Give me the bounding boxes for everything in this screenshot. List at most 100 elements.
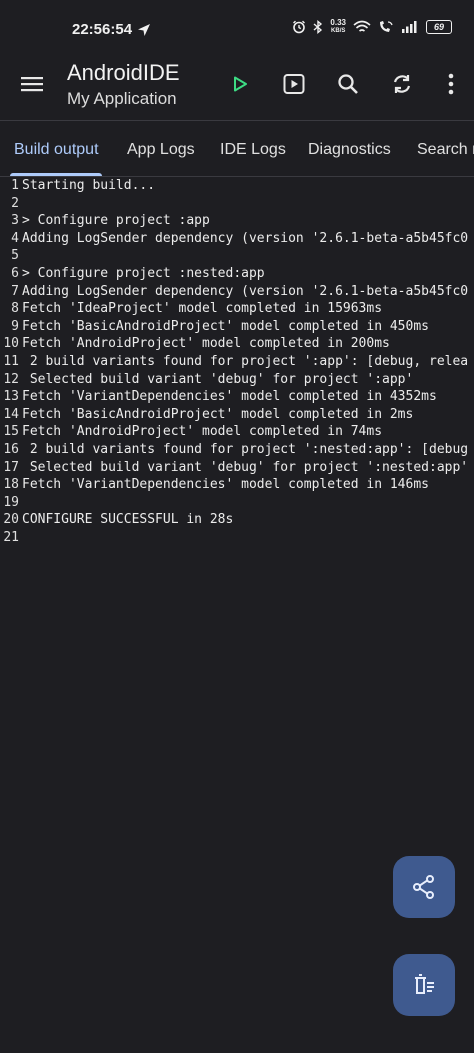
wifi-icon [353,20,371,32]
share-icon [413,875,434,899]
log-line: 8 Fetch 'IdeaProject' model completed in … [0,300,474,318]
line-number: 11 [3,353,19,369]
bluetooth-icon [313,20,323,34]
sync-button[interactable] [387,69,417,99]
log-text: Adding LogSender dependency (version '2.… [22,230,469,246]
status-bar: 22:56:54 0.33 KB/S 69 [0,0,474,56]
sync-icon [393,75,411,93]
hamburger-menu-icon [21,77,43,92]
log-line: 14 Fetch 'BasicAndroidProject' model comp… [0,406,474,424]
clear-all-icon [415,974,434,994]
log-text: > Configure project :nested:app [22,265,265,281]
line-number: 2 [11,195,19,211]
log-text: > Configure project :app [22,213,210,229]
line-number: 13 [3,389,19,405]
log-text: 2 build variants found for project ':nes… [22,441,469,457]
log-text: Fetch 'AndroidProject' model completed i… [22,424,383,440]
line-number: 12 [3,371,19,387]
tab-ide-logs[interactable]: IDE Logs [220,141,286,159]
wifi-calling-icon [380,21,393,32]
line-number: 4 [11,230,19,246]
app-title: AndroidIDE [67,60,180,85]
log-line: 5 [0,247,474,265]
app-toolbar: AndroidIDE My Application [0,56,474,120]
log-line: 9 Fetch 'BasicAndroidProject' model compl… [0,318,474,336]
log-text: Fetch 'VariantDependencies' model comple… [22,389,437,405]
tab-build-output[interactable]: Build output [14,141,99,159]
play-box-icon [283,74,305,94]
line-number: 20 [3,512,19,528]
log-line: 6 > Configure project :nested:app [0,265,474,283]
play-icon [234,76,247,92]
log-line: 16 2 build variants found for project ':… [0,441,474,459]
log-line: 18 Fetch 'VariantDependencies' model comp… [0,476,474,494]
search-button[interactable] [333,69,363,99]
line-number: 21 [3,529,19,545]
log-text: Starting build... [22,178,156,193]
menu-button[interactable] [18,70,46,98]
log-text: CONFIGURE SUCCESSFUL in 28s [22,512,234,528]
log-text: Fetch 'BasicAndroidProject' model comple… [22,318,429,334]
line-number: 19 [3,494,19,510]
line-number: 3 [11,213,19,229]
line-number: 9 [11,318,19,334]
log-line: 20 CONFIGURE SUCCESSFUL in 28s [0,511,474,529]
tab-app-logs[interactable]: App Logs [127,141,195,159]
log-line: 7 Adding LogSender dependency (version '2… [0,283,474,301]
line-number: 1 [11,178,19,193]
log-line: 4 Adding LogSender dependency (version '2… [0,230,474,248]
line-number: 17 [3,459,19,475]
navigation-arrow-icon [138,24,150,36]
line-number: 6 [11,265,19,281]
log-text: Fetch 'IdeaProject' model completed in 1… [22,301,383,317]
log-text: Fetch 'BasicAndroidProject' model comple… [22,406,414,422]
log-text: Fetch 'AndroidProject' model completed i… [22,336,390,352]
log-text: Fetch 'VariantDependencies' model comple… [22,477,429,493]
line-number: 14 [3,406,19,422]
status-time: 22:56:54 [72,21,133,38]
line-number: 16 [3,441,19,457]
log-line: 11 2 build variants found for project ':… [0,353,474,371]
log-line: 17 Selected build variant 'debug' for pr… [0,459,474,477]
log-line: 19 [0,494,474,512]
log-line: 12 Selected build variant 'debug' for pr… [0,371,474,389]
battery-indicator: 69 [426,20,452,34]
line-number: 8 [11,301,19,317]
active-tab-indicator [10,173,102,176]
log-line: 1 Starting build... [0,177,474,195]
overflow-menu-button[interactable] [436,69,466,99]
log-line: 15 Fetch 'AndroidProject' model completed… [0,423,474,441]
tab-diagnostics[interactable]: Diagnostics [308,141,391,159]
log-line: 2 [0,195,474,213]
log-text: 2 build variants found for project ':app… [22,353,469,369]
line-number: 10 [3,336,19,352]
tab-search-results[interactable]: Search r [417,141,474,159]
network-speed-unit: KB/S [331,28,346,34]
search-icon [338,74,358,94]
log-text: Selected build variant 'debug' for proje… [22,459,469,475]
network-speed: 0.33 KB/S [330,19,346,35]
network-speed-value: 0.33 [330,18,346,27]
line-number: 15 [3,424,19,440]
log-line: 10 Fetch 'AndroidProject' model completed… [0,335,474,353]
line-number: 5 [11,248,19,264]
cell-signal-icon [402,21,417,33]
share-button[interactable] [393,856,455,918]
log-text: Adding LogSender dependency (version '2.… [22,283,469,299]
clear-output-button[interactable] [393,954,455,1016]
line-number: 7 [11,283,19,299]
log-line: 21 [0,529,474,547]
alarm-icon [293,20,306,34]
tab-bar: Build output App Logs IDE Logs Diagnosti… [0,121,474,177]
log-line: 13 Fetch 'VariantDependencies' model comp… [0,388,474,406]
run-button[interactable] [225,69,255,99]
log-text: Selected build variant 'debug' for proje… [22,371,414,387]
status-icons: 0.33 KB/S 69 [292,19,452,35]
run-screen-button[interactable] [279,69,309,99]
build-output-log[interactable]: 1 Starting build... 2 3 > Configure project … [0,177,474,546]
log-line: 3 > Configure project :app [0,212,474,230]
